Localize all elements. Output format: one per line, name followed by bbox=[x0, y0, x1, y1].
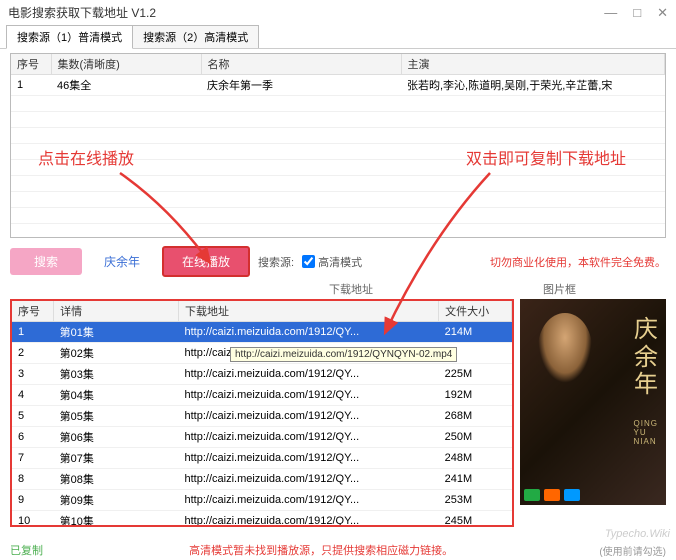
col-episodes[interactable]: 集数(清晰度) bbox=[51, 54, 201, 75]
table-row[interactable]: 7第07集http://caizi.meizuida.com/1912/QY..… bbox=[12, 448, 512, 469]
col-detail[interactable]: 详情 bbox=[54, 301, 179, 322]
table-row[interactable]: 6第06集http://caizi.meizuida.com/1912/QY..… bbox=[12, 427, 512, 448]
table-row[interactable]: 10第10集http://caizi.meizuida.com/1912/QY.… bbox=[12, 511, 512, 528]
watermark: Typecho.Wiki bbox=[605, 528, 670, 540]
window-title: 电影搜索获取下载地址 V1.2 bbox=[8, 4, 156, 21]
download-header: 下载地址 bbox=[329, 281, 373, 297]
hd-mode-checkbox[interactable]: 高清模式 bbox=[302, 254, 362, 270]
table-row[interactable]: 8第08集http://caizi.meizuida.com/1912/QY..… bbox=[12, 469, 512, 490]
minimize-icon[interactable]: — bbox=[604, 5, 617, 21]
col-index[interactable]: 序号 bbox=[11, 54, 51, 75]
table-row[interactable]: 4第04集http://caizi.meizuida.com/1912/QY..… bbox=[12, 385, 512, 406]
titlebar: 电影搜索获取下载地址 V1.2 — □ ✕ bbox=[0, 0, 676, 25]
maximize-icon[interactable]: □ bbox=[633, 5, 641, 21]
arrow-icon bbox=[370, 168, 510, 348]
tab-source-1[interactable]: 搜索源（1）普清模式 bbox=[6, 25, 133, 49]
poster-image: 庆余年 QING YU NIAN bbox=[520, 299, 666, 505]
action-bar: 搜索 庆余年 在线播放 搜索源: 高清模式 切勿商业化使用，本软件完全免费。 bbox=[10, 246, 666, 277]
col-idx[interactable]: 序号 bbox=[12, 301, 54, 322]
col-title[interactable]: 名称 bbox=[201, 54, 401, 75]
annotation-copy: 双击即可复制下载地址 bbox=[466, 145, 626, 169]
poster-title-cn: 庆余年 bbox=[634, 317, 658, 400]
tab-source-2[interactable]: 搜索源（2）高清模式 bbox=[132, 25, 259, 48]
status-copied: 已复制 bbox=[10, 542, 43, 558]
table-row[interactable]: 9第09集http://caizi.meizuida.com/1912/QY..… bbox=[12, 490, 512, 511]
hd-checkbox-input[interactable] bbox=[302, 255, 315, 268]
tabs: 搜索源（1）普清模式 搜索源（2）高清模式 bbox=[0, 25, 676, 49]
warning-text: 切勿商业化使用，本软件完全免费。 bbox=[490, 254, 666, 270]
poster-title-en: QING YU NIAN bbox=[634, 419, 658, 446]
source-label: 搜索源: bbox=[258, 254, 294, 270]
col-cast[interactable]: 主演 bbox=[401, 54, 665, 75]
status-bar: 已复制 高清模式暂未找到播放源，只提供搜索相应磁力链接。 (使用前请勾选) bbox=[10, 542, 666, 558]
annotation-play: 点击在线播放 bbox=[38, 145, 134, 169]
table-row[interactable]: 5第05集http://caizi.meizuida.com/1912/QY..… bbox=[12, 406, 512, 427]
image-header: 图片框 bbox=[543, 281, 576, 297]
status-message: 高清模式暂未找到播放源，只提供搜索相应磁力链接。 bbox=[189, 542, 453, 558]
url-tooltip: http://caizi.meizuida.com/1912/QYNQYN-02… bbox=[230, 347, 457, 362]
status-tip: (使用前请勾选) bbox=[599, 543, 666, 558]
table-row[interactable]: 3第03集http://caizi.meizuida.com/1912/QY..… bbox=[12, 364, 512, 385]
arrow-icon bbox=[110, 168, 230, 278]
table-row[interactable]: 146集全庆余年第一季张若昀,李沁,陈道明,吴刚,于荣光,辛芷蕾,宋 bbox=[11, 75, 665, 96]
close-icon[interactable]: ✕ bbox=[657, 5, 668, 21]
search-button[interactable]: 搜索 bbox=[10, 248, 82, 275]
